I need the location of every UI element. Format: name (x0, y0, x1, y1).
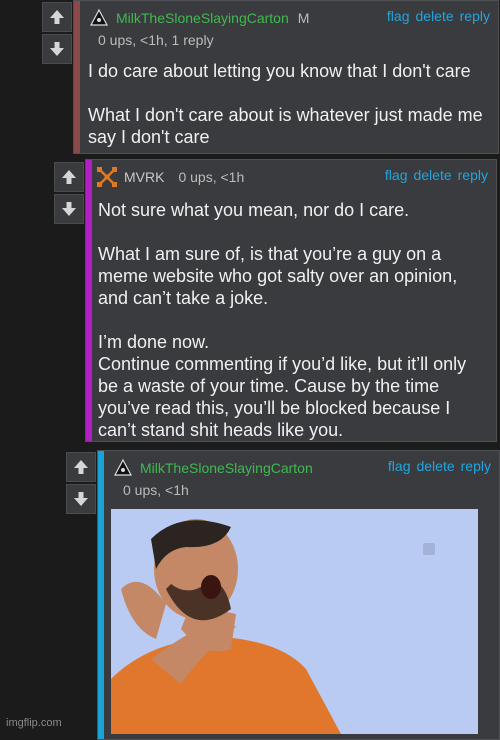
reply-link[interactable]: reply (458, 167, 488, 183)
spade-triangle-icon (88, 7, 110, 29)
comment-actions: flag delete reply (381, 8, 490, 24)
arrow-up-icon (50, 10, 64, 24)
username-link[interactable]: MilkTheSloneSlayingCarton (140, 460, 313, 476)
laughing-man-gif[interactable] (111, 509, 478, 734)
comment-body: I do care about letting you know that I … (88, 61, 483, 147)
reply-link[interactable]: reply (461, 458, 491, 474)
comment-header: MilkTheSloneSlayingCarton (112, 457, 313, 479)
arrow-up-icon (62, 170, 76, 184)
comment-card: MilkTheSloneSlayingCarton M 0 ups, <1h, … (73, 0, 499, 154)
comment-meta: 0 ups, <1h, 1 reply (98, 32, 214, 48)
vote-buttons (42, 2, 72, 64)
reply-link[interactable]: reply (460, 8, 490, 24)
orange-x-icon (96, 166, 118, 188)
vote-buttons (66, 452, 96, 514)
arrow-down-icon (74, 492, 88, 506)
imgflip-watermark: imgflip.com (6, 717, 62, 729)
comment-card: MVRK 0 ups, <1h flag delete reply Not sure… (85, 159, 497, 442)
comment-depth-bar (98, 451, 104, 739)
delete-link[interactable]: delete (413, 167, 451, 183)
upvote-button[interactable] (42, 2, 72, 32)
arrow-down-icon (50, 42, 64, 56)
delete-link[interactable]: delete (416, 458, 454, 474)
username-link[interactable]: MVRK (124, 169, 164, 185)
comment-depth-bar (86, 160, 92, 441)
comment-card: MilkTheSloneSlayingCarton 0 ups, <1h fla… (97, 450, 500, 740)
username-link[interactable]: MilkTheSloneSlayingCarton (116, 10, 289, 26)
comment-depth-bar (74, 1, 80, 153)
arrow-up-icon (74, 460, 88, 474)
delete-link[interactable]: delete (415, 8, 453, 24)
flag-link[interactable]: flag (387, 8, 410, 24)
downvote-button[interactable] (42, 34, 72, 64)
comment-actions: flag delete reply (379, 167, 488, 183)
comment-meta: 0 ups, <1h (123, 482, 189, 498)
upvote-button[interactable] (66, 452, 96, 482)
comment-meta: 0 ups, <1h (178, 169, 245, 185)
flag-link[interactable]: flag (388, 458, 411, 474)
spade-triangle-icon (112, 457, 134, 479)
user-tag: M (297, 10, 310, 26)
arrow-down-icon (62, 202, 76, 216)
comment-header: MilkTheSloneSlayingCarton M (88, 7, 309, 29)
comment-body: Not sure what you mean, nor do I care. W… (98, 200, 467, 440)
downvote-button[interactable] (66, 484, 96, 514)
upvote-button[interactable] (54, 162, 84, 192)
flag-link[interactable]: flag (385, 167, 408, 183)
vote-buttons (54, 162, 84, 224)
downvote-button[interactable] (54, 194, 84, 224)
comment-actions: flag delete reply (382, 458, 491, 474)
comment-header: MVRK 0 ups, <1h (96, 166, 244, 188)
